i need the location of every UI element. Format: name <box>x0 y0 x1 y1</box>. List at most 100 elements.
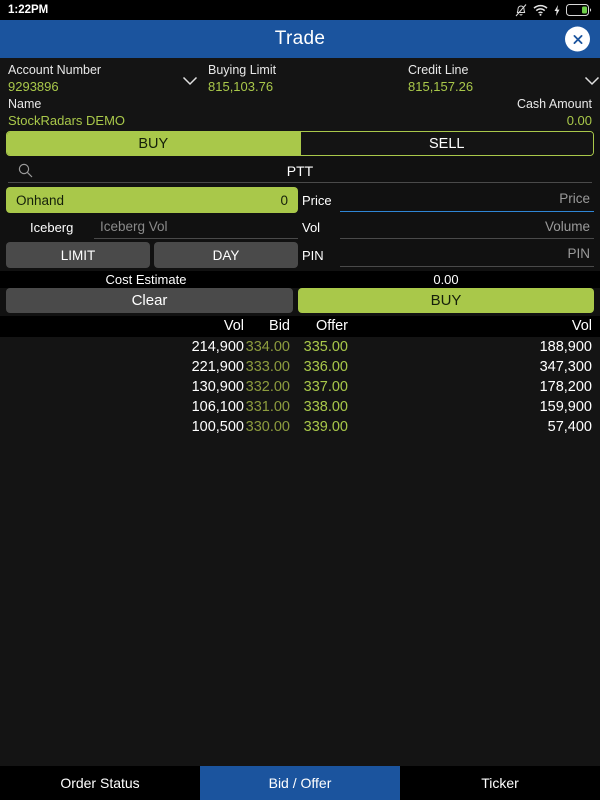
account-info-row-1: Account Number 9293896 Buying Limit 815,… <box>8 62 600 95</box>
cash-amount-value: 0.00 <box>566 113 592 128</box>
cell-bid-vol: 130,900 <box>191 379 244 395</box>
cell-bid: 333.00 <box>245 359 290 375</box>
vol-label: Vol <box>302 220 321 235</box>
header-offer: Offer <box>316 318 348 334</box>
name-value: StockRadars DEMO <box>8 113 126 128</box>
iceberg-label: Iceberg <box>30 220 74 235</box>
side-selector-wrapper: BUY SELL <box>0 131 600 156</box>
wifi-icon <box>533 4 548 16</box>
app-header: Trade <box>0 20 600 58</box>
cost-estimate-label: Cost Estimate <box>105 272 187 287</box>
buying-limit-field: Buying Limit 815,103.76 <box>208 62 408 95</box>
table-row[interactable]: 106,100 331.00 338.00 159,900 <box>0 397 600 417</box>
cash-amount-label: Cash Amount <box>516 97 592 111</box>
close-button[interactable] <box>565 26 590 52</box>
buying-limit-label: Buying Limit <box>208 63 277 77</box>
cost-estimate-row: Cost Estimate 0.00 <box>0 271 600 288</box>
onhand-price-row: Onhand 0 Price <box>6 187 594 213</box>
cell-offer: 338.00 <box>303 399 348 415</box>
header-bid: Bid <box>269 318 290 334</box>
charging-bolt-icon <box>554 4 560 16</box>
symbol-search-wrapper: PTT <box>0 156 600 185</box>
clear-button[interactable]: Clear <box>6 288 293 313</box>
submit-order-button[interactable]: BUY <box>298 288 594 313</box>
close-icon <box>572 33 584 45</box>
header-offer-vol: Vol <box>571 318 592 334</box>
account-number-chevron-down-icon[interactable] <box>182 76 198 86</box>
cell-offer-vol: 347,300 <box>539 359 592 375</box>
pin-group: PIN <box>298 243 594 267</box>
table-row[interactable]: 221,900 333.00 336.00 347,300 <box>0 357 600 377</box>
onhand-button[interactable]: Onhand 0 <box>6 187 298 213</box>
ordertype-pin-row: LIMIT DAY PIN <box>6 242 594 268</box>
cell-offer-vol: 57,400 <box>547 419 592 435</box>
credit-line-field: Credit Line 815,157.26 <box>408 62 592 95</box>
price-label: Price <box>302 192 332 208</box>
account-info-panel: Account Number 9293896 Buying Limit 815,… <box>0 58 600 131</box>
status-bar-icons <box>515 3 592 17</box>
volume-input[interactable] <box>340 216 594 239</box>
status-bar: 1:22PM <box>0 0 600 20</box>
iceberg-vol-input[interactable] <box>94 216 298 239</box>
side-selector: BUY SELL <box>6 131 594 156</box>
order-type-button[interactable]: LIMIT <box>6 242 150 268</box>
iceberg-vol-row: Iceberg Vol <box>6 216 594 239</box>
pin-label: PIN <box>302 247 324 263</box>
bottom-tab-bar: Order Status Bid / Offer Ticker <box>0 766 600 800</box>
cell-offer-vol: 188,900 <box>539 339 592 355</box>
table-body: 214,900 334.00 335.00 188,900 221,900 333.00 3… <box>0 337 600 437</box>
table-header-row: Vol Bid Offer Vol <box>0 316 600 337</box>
cell-bid-vol: 221,900 <box>191 359 244 375</box>
credit-line-chevron-down-icon[interactable] <box>584 76 600 86</box>
page-title: Trade <box>274 28 326 49</box>
buy-tab[interactable]: BUY <box>7 132 300 155</box>
cell-bid-vol: 106,100 <box>191 399 244 415</box>
onhand-group: Onhand 0 <box>6 187 298 213</box>
cell-bid-vol: 214,900 <box>191 339 244 355</box>
bid-offer-table: Vol Bid Offer Vol 214,900 334.00 335.00 188… <box>0 316 600 766</box>
buying-limit-value: 815,103.76 <box>208 79 274 94</box>
order-form: Onhand 0 Price Iceberg Vol LIMIT DAY <box>0 185 600 271</box>
account-name-field: Name StockRadars DEMO <box>8 96 517 129</box>
header-bid-vol: Vol <box>223 318 244 334</box>
name-label: Name <box>8 97 42 111</box>
validity-button[interactable]: DAY <box>154 242 298 268</box>
price-input[interactable] <box>340 188 594 212</box>
symbol-search-field[interactable]: PTT <box>8 160 592 183</box>
cell-offer: 336.00 <box>303 359 348 375</box>
status-bar-time: 1:22PM <box>8 4 49 16</box>
cell-offer: 339.00 <box>303 419 348 435</box>
tab-order-status[interactable]: Order Status <box>0 766 200 800</box>
account-number-label: Account Number <box>8 63 102 77</box>
account-info-row-2: Name StockRadars DEMO Cash Amount 0.00 <box>8 96 592 129</box>
table-row[interactable]: 214,900 334.00 335.00 188,900 <box>0 337 600 357</box>
cell-bid: 332.00 <box>245 379 290 395</box>
account-number-field[interactable]: Account Number 9293896 <box>8 62 208 95</box>
tab-ticker[interactable]: Ticker <box>400 766 600 800</box>
cell-bid: 330.00 <box>245 419 290 435</box>
account-number-value: 9293896 <box>8 79 59 94</box>
ordertype-group: LIMIT DAY <box>6 242 298 268</box>
cell-offer: 337.00 <box>303 379 348 395</box>
cell-bid-vol: 100,500 <box>191 419 244 435</box>
pin-input[interactable] <box>340 243 594 267</box>
cell-offer-vol: 178,200 <box>539 379 592 395</box>
onhand-value: 0 <box>280 192 288 208</box>
tab-bid-offer[interactable]: Bid / Offer <box>200 766 400 800</box>
battery-icon <box>566 4 592 16</box>
price-group: Price <box>298 188 594 212</box>
order-actions: Clear BUY <box>0 288 600 316</box>
cell-offer: 335.00 <box>303 339 348 355</box>
cell-bid: 331.00 <box>245 399 290 415</box>
credit-line-label: Credit Line <box>408 63 469 77</box>
sell-tab[interactable]: SELL <box>300 132 593 155</box>
mute-bell-icon <box>515 3 527 17</box>
table-row[interactable]: 100,500 330.00 339.00 57,400 <box>0 417 600 437</box>
symbol-value: PTT <box>286 163 314 179</box>
credit-line-value: 815,157.26 <box>408 79 474 94</box>
cell-offer-vol: 159,900 <box>539 399 592 415</box>
iceberg-group: Iceberg <box>6 216 298 239</box>
cell-bid: 334.00 <box>245 339 290 355</box>
table-row[interactable]: 130,900 332.00 337.00 178,200 <box>0 377 600 397</box>
trade-screen: 1:22PM Trade Account Number 9293896 Buyi… <box>0 0 600 800</box>
